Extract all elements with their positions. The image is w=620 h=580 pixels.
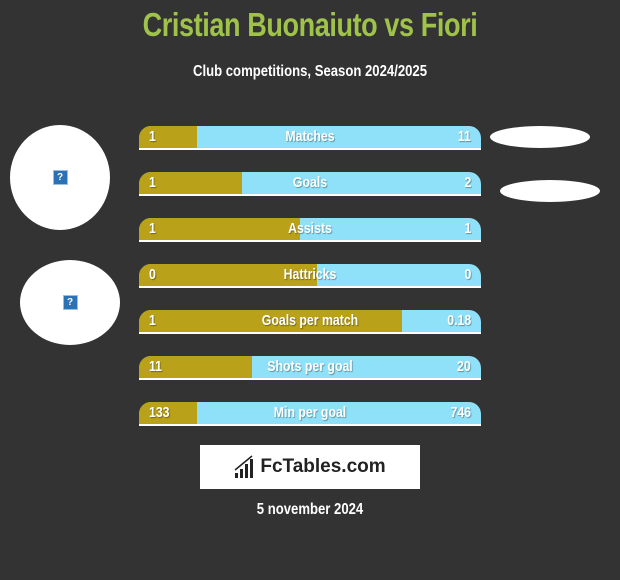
stat-label: Goals: [292, 174, 328, 191]
page-subtitle: Club competitions, Season 2024/2025: [192, 63, 428, 80]
player-1-badge: [490, 126, 590, 148]
stat-label: Min per goal: [273, 404, 347, 421]
stat-left-value: 1: [149, 312, 156, 329]
stat-bar: 133 Min per goal 746: [139, 402, 481, 426]
stat-right-value: 20: [457, 358, 471, 375]
broken-image-icon: ?: [62, 295, 78, 310]
stat-left-value: 133: [149, 404, 170, 421]
stat-label: Assists: [288, 220, 332, 237]
stat-right-value: 11: [457, 128, 471, 145]
stat-right-value: 746: [450, 404, 471, 421]
player-1-avatar: ?: [10, 125, 110, 230]
stat-label: Goals per match: [261, 312, 359, 329]
stat-bar: 1 Goals 2: [139, 172, 481, 196]
stat-right-value: 0: [464, 266, 471, 283]
date-label: 5 november 2024: [256, 501, 364, 518]
bar-chart-icon: [234, 455, 254, 478]
stat-label: Matches: [285, 128, 335, 145]
stat-bar: 1 Matches 11: [139, 126, 481, 150]
broken-image-icon: ?: [52, 170, 68, 185]
stat-bar: 1 Goals per match 0.18: [139, 310, 481, 334]
stat-bar: 0 Hattricks 0: [139, 264, 481, 288]
stat-label: Shots per goal: [267, 358, 353, 375]
fctables-logo[interactable]: FcTables.com: [200, 445, 420, 489]
stat-bar: 1 Assists 1: [139, 218, 481, 242]
stat-label: Hattricks: [283, 266, 337, 283]
player-2-badge: [500, 180, 600, 202]
stat-right-value: 1: [464, 220, 471, 237]
stat-left-value: 1: [149, 128, 156, 145]
stat-left-value: 1: [149, 174, 156, 191]
stat-left-value: 0: [149, 266, 156, 283]
stat-left-value: 1: [149, 220, 156, 237]
logo-text: FcTables.com: [260, 456, 386, 477]
player-2-avatar: ?: [20, 260, 120, 345]
stat-right-value: 2: [464, 174, 471, 191]
stat-left-value: 11: [149, 358, 163, 375]
stat-right-value: 0.18: [447, 312, 471, 329]
page-title: Cristian Buonaiuto vs Fiori: [142, 6, 478, 43]
stat-bar: 11 Shots per goal 20: [139, 356, 481, 380]
